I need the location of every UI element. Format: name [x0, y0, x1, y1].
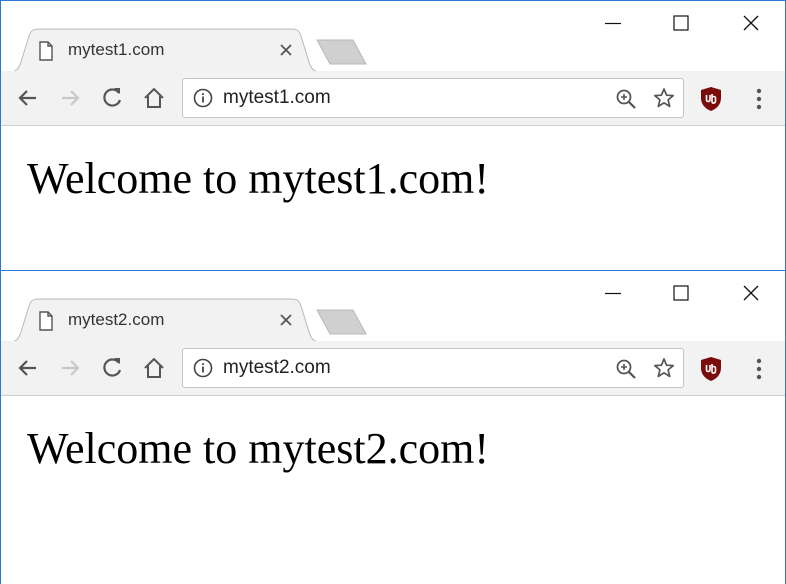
page-content: Welcome to mytest1.com! — [1, 126, 785, 270]
reload-icon[interactable] — [98, 84, 126, 112]
address-bar[interactable]: mytest2.com — [182, 348, 684, 388]
info-icon[interactable] — [193, 88, 213, 108]
minimize-icon[interactable] — [589, 7, 635, 39]
zoom-icon[interactable] — [615, 358, 637, 380]
close-icon[interactable] — [727, 7, 773, 39]
home-icon[interactable] — [140, 84, 168, 112]
star-icon[interactable] — [653, 87, 675, 109]
forward-arrow-icon[interactable] — [56, 354, 84, 382]
page-content: Welcome to mytest2.com! — [1, 396, 785, 584]
page-heading: Welcome to mytest2.com! — [27, 424, 489, 473]
info-icon[interactable] — [193, 358, 213, 378]
forward-arrow-icon[interactable] — [56, 84, 84, 112]
file-icon — [39, 311, 53, 331]
browser-toolbar: mytest1.com — [1, 71, 785, 126]
reload-icon[interactable] — [98, 354, 126, 382]
tab[interactable] — [9, 28, 321, 72]
kebab-menu-icon[interactable] — [749, 355, 769, 383]
ublock-shield-icon[interactable] — [697, 355, 725, 383]
tab-close-icon[interactable] — [277, 41, 295, 59]
back-arrow-icon[interactable] — [14, 84, 42, 112]
minimize-icon[interactable] — [589, 277, 635, 309]
tab-title: mytest1.com — [68, 40, 165, 59]
home-icon[interactable] — [140, 354, 168, 382]
new-tab-icon[interactable] — [313, 308, 369, 336]
browser-window: mytest2.com mytest2.com Welcome to mytes… — [0, 271, 786, 584]
ublock-shield-icon[interactable] — [697, 85, 725, 113]
maximize-icon[interactable] — [657, 7, 703, 39]
close-icon[interactable] — [727, 277, 773, 309]
browser-window: mytest1.com mytest1.com Welcome to mytes… — [0, 0, 786, 271]
title-bar: mytest2.com — [1, 271, 785, 342]
tab-title: mytest2.com — [68, 310, 165, 329]
browser-toolbar: mytest2.com — [1, 341, 785, 396]
file-icon — [39, 41, 53, 61]
maximize-icon[interactable] — [657, 277, 703, 309]
tab[interactable] — [9, 298, 321, 342]
back-arrow-icon[interactable] — [14, 354, 42, 382]
zoom-icon[interactable] — [615, 88, 637, 110]
url-text[interactable]: mytest1.com — [223, 87, 331, 109]
tab-close-icon[interactable] — [277, 311, 295, 329]
new-tab-icon[interactable] — [313, 38, 369, 66]
page-heading: Welcome to mytest1.com! — [27, 154, 489, 203]
address-bar[interactable]: mytest1.com — [182, 78, 684, 118]
title-bar: mytest1.com — [1, 1, 785, 72]
url-text[interactable]: mytest2.com — [223, 357, 331, 379]
star-icon[interactable] — [653, 357, 675, 379]
kebab-menu-icon[interactable] — [749, 85, 769, 113]
